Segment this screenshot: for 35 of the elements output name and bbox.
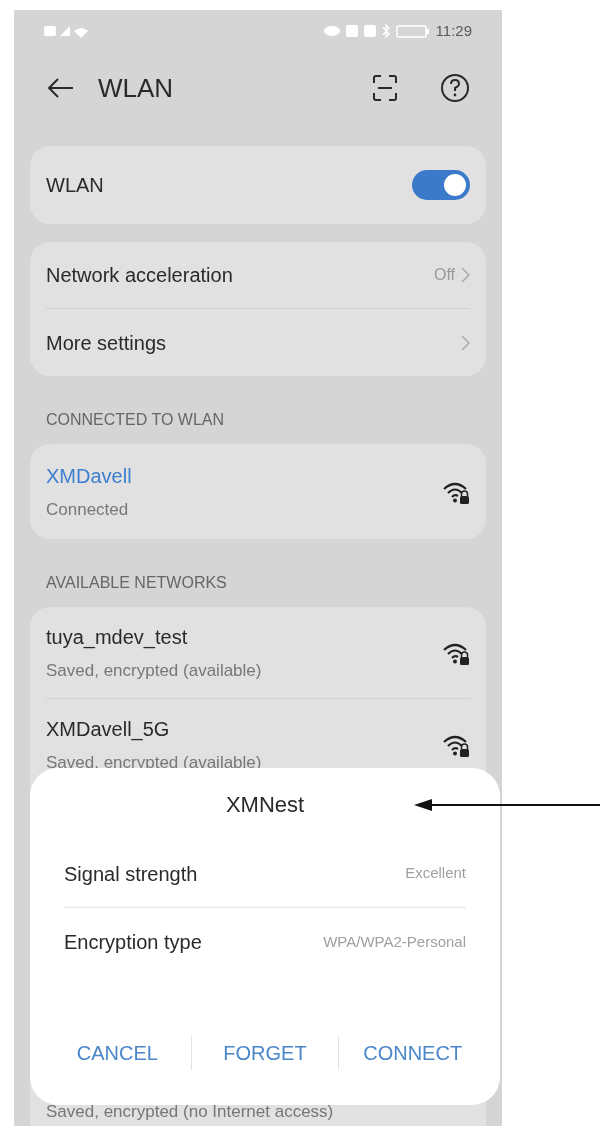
network-row[interactable]: tuya_mdev_test Saved, encrypted (available) xyxy=(46,607,470,699)
wlan-label: WLAN xyxy=(46,173,104,198)
chevron-right-icon xyxy=(461,267,470,283)
section-heading: CONNECTED TO WLAN xyxy=(46,410,225,430)
chevron-right-icon xyxy=(461,334,470,351)
settings-row[interactable]: Network acceleration Off xyxy=(46,242,470,309)
network-name: tuya_mdev_test xyxy=(46,624,189,651)
dialog-title: XMNest xyxy=(225,790,305,819)
detail-value: Excellent xyxy=(405,863,466,884)
network-status: Connected xyxy=(46,498,130,521)
settings-row[interactable]: More settings xyxy=(46,309,470,376)
detail-label: Signal strength xyxy=(64,861,198,887)
wlan-switch[interactable] xyxy=(412,170,470,200)
network-status: Saved, encrypted (no Internet access) xyxy=(46,1100,335,1123)
section-heading: AVAILABLE NETWORKS xyxy=(46,573,227,593)
network-status: Saved, encrypted (available) xyxy=(46,751,262,774)
detail-label: Encryption type xyxy=(64,930,202,955)
page-title: WLAN xyxy=(98,71,175,105)
bluetooth-icon xyxy=(381,24,390,38)
scan-icon[interactable] xyxy=(372,74,398,102)
dialog-button[interactable]: FORGET xyxy=(191,1023,339,1083)
setting-value: Off xyxy=(433,265,455,285)
back-arrow-icon[interactable] xyxy=(46,77,74,99)
detail-value: WPA/WPA2-Personal xyxy=(323,931,466,952)
status-time: 11:29 xyxy=(435,20,472,41)
setting-label: More settings xyxy=(46,330,167,356)
network-name: XMDavell_5G xyxy=(46,716,171,743)
battery-icon xyxy=(395,24,430,38)
signal-icon xyxy=(60,26,70,36)
help-icon[interactable] xyxy=(440,73,470,103)
network-status: Saved, encrypted (available) xyxy=(46,659,262,682)
dialog-button[interactable]: CONNECT xyxy=(339,1023,486,1083)
setting-label: Network acceleration xyxy=(46,263,233,288)
dialog-button[interactable]: CANCEL xyxy=(44,1023,191,1083)
network-name: XMDavell xyxy=(46,463,132,489)
